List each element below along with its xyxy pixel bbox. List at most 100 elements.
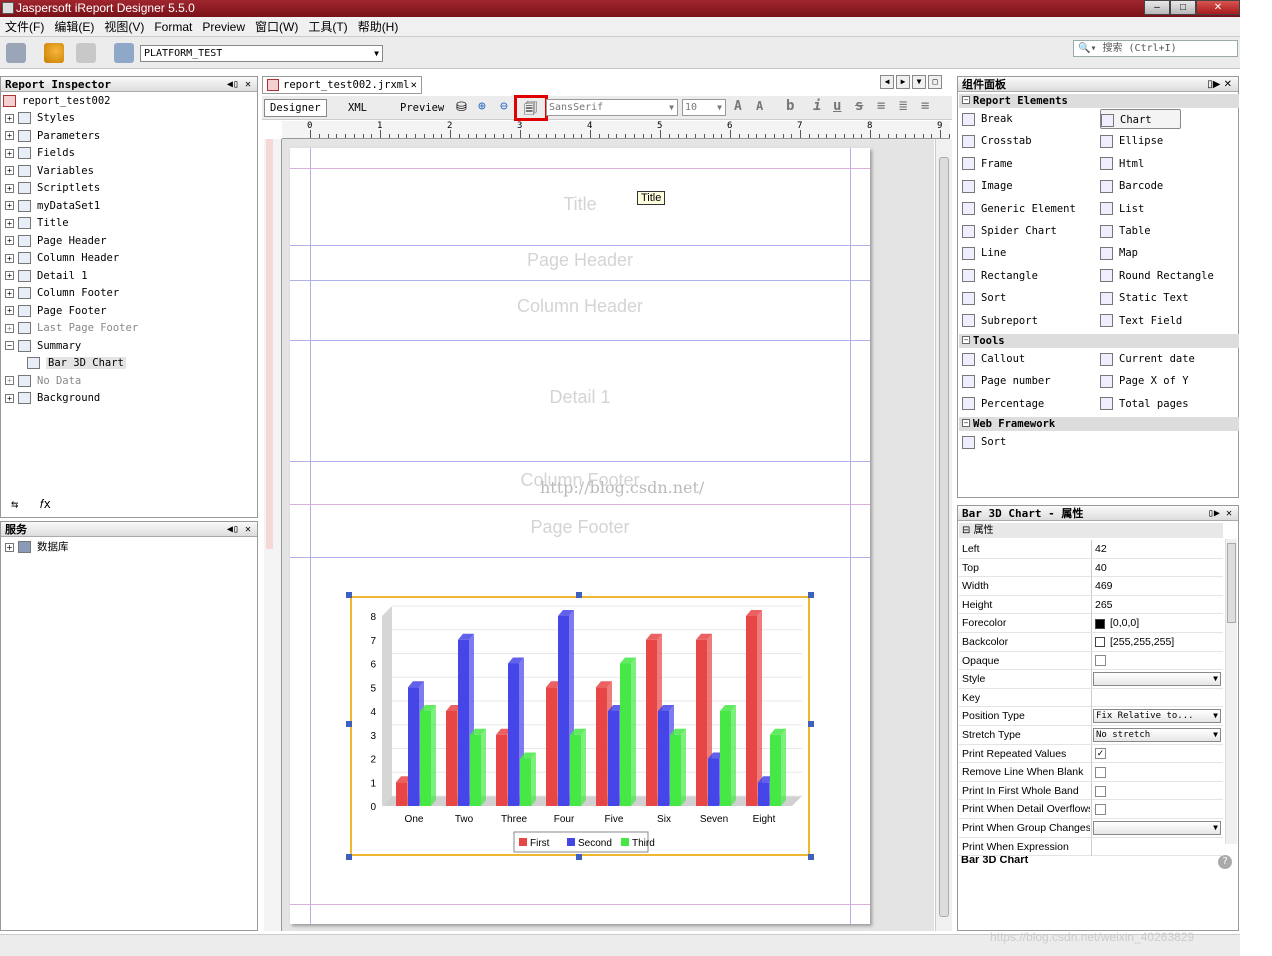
tree-item[interactable]: + Page Footer (5, 303, 107, 320)
align-right-icon[interactable]: ≡ (921, 98, 929, 114)
property-row[interactable]: Left 42 (959, 540, 1223, 559)
palette-item[interactable]: Page X of Y (1100, 371, 1189, 391)
datasource-icon[interactable] (114, 43, 134, 63)
align-center-icon[interactable]: ≣ (899, 98, 907, 114)
menu-format[interactable]: Format (149, 17, 197, 36)
palette-item[interactable]: Line (962, 243, 1006, 263)
canvas-scrollbar[interactable] (935, 139, 952, 931)
tab-right-button[interactable]: ▶ (896, 75, 910, 89)
panel-controls[interactable]: ▯▶ ✕ (1207, 77, 1232, 92)
palette-item[interactable]: Break (962, 109, 1013, 129)
resize-handle[interactable] (346, 854, 352, 860)
band-column-header[interactable]: Column Header (290, 296, 870, 317)
menu-view[interactable]: 视图(V) (99, 17, 149, 36)
palette-item[interactable]: Barcode (1100, 176, 1163, 196)
tree-root[interactable]: report_test002 (3, 93, 111, 110)
property-checkbox[interactable] (1095, 655, 1106, 667)
resize-handle[interactable] (576, 854, 582, 860)
property-row[interactable]: Opaque (959, 651, 1223, 671)
properties-scrollbar[interactable] (1225, 539, 1237, 844)
palette-item[interactable]: Total pages (1100, 394, 1189, 414)
property-checkbox[interactable] (1095, 804, 1106, 816)
align-left-icon[interactable]: ≡ (877, 98, 885, 114)
font-size-select[interactable]: 10 ▼ (682, 99, 726, 116)
palette-item[interactable]: Sort (962, 432, 1006, 452)
tree-item[interactable]: Bar 3D Chart (27, 355, 126, 372)
tree-item[interactable]: + Detail 1 (5, 268, 88, 285)
tab-list-button[interactable]: ▼ (912, 75, 926, 89)
xml-view-button[interactable]: XML (342, 99, 373, 117)
increase-font-icon[interactable]: A (734, 99, 742, 114)
palette-item[interactable]: Rectangle (962, 266, 1038, 286)
inspector-bottom-icons[interactable]: ⇆ 𝑓x (11, 497, 51, 512)
property-dropdown[interactable]: ▼ (1093, 672, 1221, 687)
resize-handle[interactable] (576, 592, 582, 598)
palette-item[interactable]: Subreport (962, 311, 1038, 331)
maximize-button[interactable]: □ (1170, 0, 1196, 15)
tree-item[interactable]: − Summary (5, 338, 81, 355)
palette-item[interactable]: Page number (962, 371, 1051, 391)
tree-item[interactable]: + Variables (5, 163, 94, 180)
datasource-select[interactable]: PLATFORM_TEST ▼ (140, 45, 383, 62)
property-row[interactable]: Key (959, 688, 1223, 708)
tree-item[interactable]: + Column Footer (5, 285, 119, 302)
property-dropdown[interactable]: ▼ (1093, 821, 1221, 835)
property-row[interactable]: Print When Group Changes ▼ (959, 819, 1223, 838)
property-row[interactable]: Top 40 (959, 558, 1223, 578)
band-title[interactable]: Title (290, 194, 870, 215)
menu-window[interactable]: 窗口(W) (250, 17, 303, 36)
menu-edit[interactable]: 编辑(E) (49, 17, 99, 36)
resize-handle[interactable] (808, 721, 814, 727)
tab-left-button[interactable]: ◀ (880, 75, 894, 89)
underline-icon[interactable]: u (833, 98, 841, 114)
resize-handle[interactable] (808, 592, 814, 598)
tree-item[interactable]: + Fields (5, 145, 75, 162)
palette-item[interactable]: Crosstab (962, 131, 1032, 151)
menu-help[interactable]: 帮助(H) (353, 17, 404, 36)
property-checkbox[interactable] (1095, 766, 1106, 778)
palette-category[interactable]: − Tools (959, 334, 1239, 348)
undo-icon[interactable] (44, 43, 64, 63)
band-page-footer[interactable]: Page Footer (290, 517, 870, 538)
property-row[interactable]: Height 265 (959, 595, 1223, 615)
search-input[interactable]: 🔍▾ 搜索 (Ctrl+I) (1073, 40, 1238, 57)
italic-icon[interactable]: i (813, 98, 821, 114)
property-row[interactable]: Stretch Type No stretch ▼ (959, 726, 1223, 745)
close-tab-icon[interactable]: ✕ (411, 77, 417, 93)
palette-item[interactable]: Current date (1100, 349, 1195, 369)
palette-item[interactable]: Callout (962, 349, 1025, 369)
zoom-in-icon[interactable]: ⊕ (478, 99, 486, 114)
tree-item[interactable]: + No Data (5, 373, 81, 390)
menu-preview[interactable]: Preview (197, 17, 250, 36)
tree-item[interactable]: + Title (5, 215, 69, 232)
palette-category[interactable]: − Report Elements (959, 94, 1239, 108)
tab-maximize-button[interactable]: □ (928, 75, 942, 89)
tree-item[interactable]: + Scriptlets (5, 180, 100, 197)
palette-category[interactable]: − Web Framework (959, 417, 1239, 432)
tree-item[interactable]: + Page Header (5, 233, 107, 250)
datasource-query-icon[interactable]: ⛁ (456, 100, 467, 115)
report-query-icon[interactable]: 🗐 (524, 100, 537, 122)
palette-item[interactable]: Ellipse (1100, 131, 1163, 151)
tree-item[interactable]: + Last Page Footer (5, 320, 138, 337)
palette-item[interactable]: Table (1100, 221, 1151, 241)
property-checkbox[interactable] (1095, 785, 1106, 797)
property-row[interactable]: Width 469 (959, 577, 1223, 596)
menu-tools[interactable]: 工具(T) (303, 17, 352, 36)
database-node[interactable]: + 数据库 (5, 539, 69, 556)
palette-item[interactable]: Spider Chart (962, 221, 1057, 241)
tree-item[interactable]: + Column Header (5, 250, 119, 267)
property-row[interactable]: Print When Expression (959, 837, 1223, 857)
palette-item[interactable]: Html (1100, 154, 1144, 174)
property-dropdown[interactable]: Fix Relative to... ▼ (1093, 709, 1221, 724)
property-row[interactable]: Position Type Fix Relative to... ▼ (959, 707, 1223, 726)
panel-controls[interactable]: ◀▯ ✕ (227, 522, 251, 537)
property-row[interactable]: Style ▼ (959, 670, 1223, 689)
palette-item[interactable]: List (1100, 199, 1144, 219)
palette-item[interactable]: Map (1100, 243, 1138, 263)
palette-item[interactable]: Chart (1100, 109, 1181, 129)
zoom-out-icon[interactable]: ⊖ (500, 99, 508, 114)
band-detail[interactable]: Detail 1 (290, 387, 870, 408)
font-family-select[interactable]: SansSerif ▼ (546, 99, 678, 116)
property-row[interactable]: Print When Detail Overflows (959, 800, 1223, 819)
